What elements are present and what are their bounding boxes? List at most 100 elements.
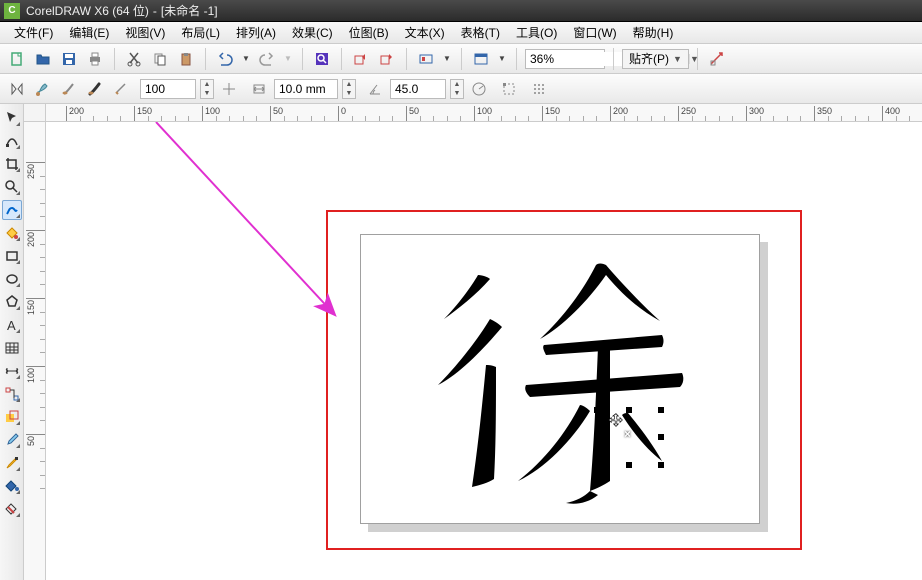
preset-spinner[interactable]: ▲▼ [200,79,214,99]
selection-handle[interactable] [658,407,664,413]
import-button[interactable] [350,48,372,70]
dimension-tool[interactable] [2,361,22,381]
snap-label: 贴齐(P) [629,50,669,67]
new-button[interactable] [6,48,28,70]
pressure-button[interactable] [110,78,132,100]
menu-tools[interactable]: 工具(O) [508,22,565,43]
polygon-tool[interactable] [2,292,22,312]
title-bar: C CorelDRAW X6 (64 位) - [未命名 -1] [0,0,922,22]
shape-tool[interactable] [2,131,22,151]
app-icon: C [4,3,20,19]
calligraphy-brush-button[interactable] [84,78,106,100]
ruler-v-tick: 150 [26,298,46,317]
selection-handle[interactable] [658,462,664,468]
selection-handle[interactable] [626,462,632,468]
cut-button[interactable] [123,48,145,70]
mirror-h-button[interactable] [6,78,28,100]
menu-effects[interactable]: 效果(C) [284,22,341,43]
table-tool[interactable] [2,338,22,358]
freehand-tool[interactable] [2,200,22,220]
zoom-tool[interactable] [2,177,22,197]
ruler-h-tick: 200 [66,106,84,122]
angle-circle-icon[interactable] [468,78,490,100]
outline-tool[interactable] [2,453,22,473]
ruler-origin[interactable] [24,104,46,122]
save-button[interactable] [58,48,80,70]
selection-handle[interactable] [594,407,600,413]
vertical-ruler[interactable]: 25020015010050 [24,122,46,580]
ruler-h-tick: 150 [134,106,152,122]
ruler-h-tick: 100 [202,106,220,122]
angle-spinner[interactable]: ▲▼ [450,79,464,99]
calligraphy-character [416,247,726,517]
menu-help[interactable]: 帮助(H) [625,22,682,43]
menu-table[interactable]: 表格(T) [453,22,508,43]
menu-layout[interactable]: 布局(L) [173,22,228,43]
menu-text[interactable]: 文本(X) [397,22,453,43]
ruler-h-tick: 50 [270,106,283,122]
preset-input[interactable] [140,79,196,99]
ruler-v-tick: 250 [26,162,46,181]
ruler-h-tick: 100 [474,106,492,122]
ruler-h-tick: 0 [338,106,346,122]
fullscreen-dd[interactable]: ▼ [496,48,508,70]
text-tool[interactable]: A [2,315,22,335]
brush1-button[interactable] [32,78,54,100]
ruler-h-tick: 350 [814,106,832,122]
menu-file[interactable]: 文件(F) [6,22,61,43]
export-button[interactable] [376,48,398,70]
width-input[interactable] [274,79,338,99]
snap-dd-icon: ▼ [673,54,682,64]
eyedropper-tool[interactable] [2,430,22,450]
menu-bitmap[interactable]: 位图(B) [341,22,397,43]
standard-toolbar: ▼ ▼ ▼ ▼ ▼ 贴齐(P) ▼ [0,44,922,74]
undo-button[interactable] [214,48,236,70]
copy-button[interactable] [149,48,171,70]
selection-handle[interactable] [594,434,600,440]
print-button[interactable] [84,48,106,70]
brush2-button[interactable] [58,78,80,100]
ruler-h-tick: 200 [610,106,628,122]
angle-input[interactable] [390,79,446,99]
undo-dd[interactable]: ▼ [240,48,252,70]
rectangle-tool[interactable] [2,246,22,266]
redo-button[interactable] [256,48,278,70]
paste-button[interactable] [175,48,197,70]
interactive-fill-tool[interactable] [2,499,22,519]
snap-combo[interactable]: 贴齐(P) ▼ [622,49,689,69]
selection-handle[interactable] [658,434,664,440]
pick-tool[interactable] [2,108,22,128]
menu-edit[interactable]: 编辑(E) [61,22,117,43]
fullscreen-button[interactable] [470,48,492,70]
search-button[interactable] [311,48,333,70]
fill-tool[interactable] [2,476,22,496]
menu-window[interactable]: 窗口(W) [565,22,624,43]
app-title: CorelDRAW X6 (64 位) [26,2,149,19]
grid-snap-button[interactable] [528,78,550,100]
smart-fill-tool[interactable] [2,223,22,243]
workspace: A 20015010050050100150200250300350400 25… [0,104,922,580]
options-button[interactable] [706,48,728,70]
menu-view[interactable]: 视图(V) [117,22,173,43]
bounding-box-button[interactable] [498,78,520,100]
zoom-combo[interactable]: ▼ [525,49,605,69]
ellipse-tool[interactable] [2,269,22,289]
selection-handle[interactable] [594,462,600,468]
toolbox: A [0,104,24,580]
drawing-canvas[interactable]: × [46,122,922,580]
ruler-h-tick: 150 [542,106,560,122]
crop-tool[interactable] [2,154,22,174]
horizontal-ruler[interactable]: 20015010050050100150200250300350400 [46,104,922,122]
canvas-wrap: 20015010050050100150200250300350400 2502… [24,104,922,580]
menu-arrange[interactable]: 排列(A) [228,22,284,43]
connector-tool[interactable] [2,384,22,404]
preset-icon[interactable] [218,78,240,100]
redo-dd[interactable]: ▼ [282,48,294,70]
width-spinner[interactable]: ▲▼ [342,79,356,99]
ruler-h-tick: 300 [746,106,764,122]
ruler-v-tick: 100 [26,366,46,385]
open-button[interactable] [32,48,54,70]
publish-button[interactable] [415,48,437,70]
effects-tool[interactable] [2,407,22,427]
publish-dd[interactable]: ▼ [441,48,453,70]
